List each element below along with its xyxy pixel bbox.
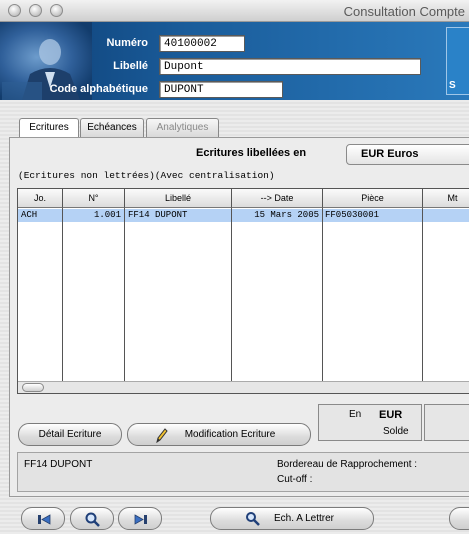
column-header-numero[interactable]: N° [63,189,125,208]
libelle-label: Libellé [113,60,148,72]
extra-footer-button[interactable] [449,507,469,530]
tab-analytiques: Analytiques [146,118,219,137]
previous-arrow-icon [38,514,51,525]
code-alphabetique-label: Code alphabétique [49,83,148,95]
window-title: Consultation Compte [343,4,465,19]
header-side-panel: S [446,27,469,95]
bordereau-label: Bordereau de Rapprochement : [277,459,418,470]
column-divider [232,208,323,393]
ech-a-lettrer-label: Ech. A Lettrer [273,513,335,524]
column-header-jo[interactable]: Jo. [18,189,63,208]
numero-field[interactable]: 40100002 [159,35,245,52]
cutoff-label: Cut-off : [277,474,313,485]
window-titlebar: Consultation Compte [0,0,469,22]
column-header-piece[interactable]: Pièce [323,189,423,208]
zoom-window-button[interactable] [50,4,63,17]
column-divider [18,208,63,393]
scrollbar-thumb[interactable] [22,383,44,392]
next-arrow-icon [134,514,147,525]
horizontal-scrollbar[interactable] [18,381,469,393]
search-button[interactable] [70,507,114,530]
solde-box: En EUR Solde [318,404,422,441]
side-panel-letter: S [449,80,456,91]
minimize-window-button[interactable] [29,4,42,17]
ecritures-table[interactable]: Jo. N° Libellé --> Date Pièce Mt ACH 1.0… [17,188,469,394]
column-divider [125,208,232,393]
filter-status-text: (Ecritures non lettrées)(Avec centralisa… [18,170,275,181]
magnifier-icon [85,512,100,527]
detail-ecriture-label: Détail Ecriture [38,429,102,440]
column-header-date[interactable]: --> Date [232,189,323,208]
column-header-montant[interactable]: Mt [423,189,469,208]
solde-label: Solde [383,426,409,437]
currency-value: EUR Euros [361,148,419,160]
detail-ecriture-button[interactable]: Détail Ecriture [18,423,122,446]
currency-select[interactable]: EUR Euros [346,144,469,165]
libelle-field[interactable]: Dupont [159,58,421,75]
solde-en-label: En [349,409,362,420]
column-divider [323,208,423,393]
solde-currency: EUR [379,409,403,421]
numero-label: Numéro [106,37,148,49]
account-header: Numéro 40100002 Libellé Dupont Code alph… [0,22,469,100]
close-window-button[interactable] [8,4,21,17]
code-alphabetique-field[interactable]: DUPONT [159,81,283,98]
modification-ecriture-button[interactable]: Modification Ecriture [127,423,311,446]
info-bar: FF14 DUPONT Bordereau de Rapprochement :… [17,452,469,492]
modification-ecriture-label: Modification Ecriture [184,429,276,440]
tab-echeances[interactable]: Echéances [80,118,144,137]
account-text: FF14 DUPONT [24,459,93,470]
magnifier-icon [246,512,260,526]
currency-label: Ecritures libellées en [196,147,307,159]
column-divider [63,208,125,393]
solde-value-box [424,404,469,441]
pencil-icon [156,428,168,443]
next-record-button[interactable] [118,507,162,530]
column-header-libelle[interactable]: Libellé [125,189,232,208]
tab-ecritures[interactable]: Ecritures [19,118,79,138]
previous-record-button[interactable] [21,507,65,530]
ech-a-lettrer-button[interactable]: Ech. A Lettrer [210,507,374,530]
